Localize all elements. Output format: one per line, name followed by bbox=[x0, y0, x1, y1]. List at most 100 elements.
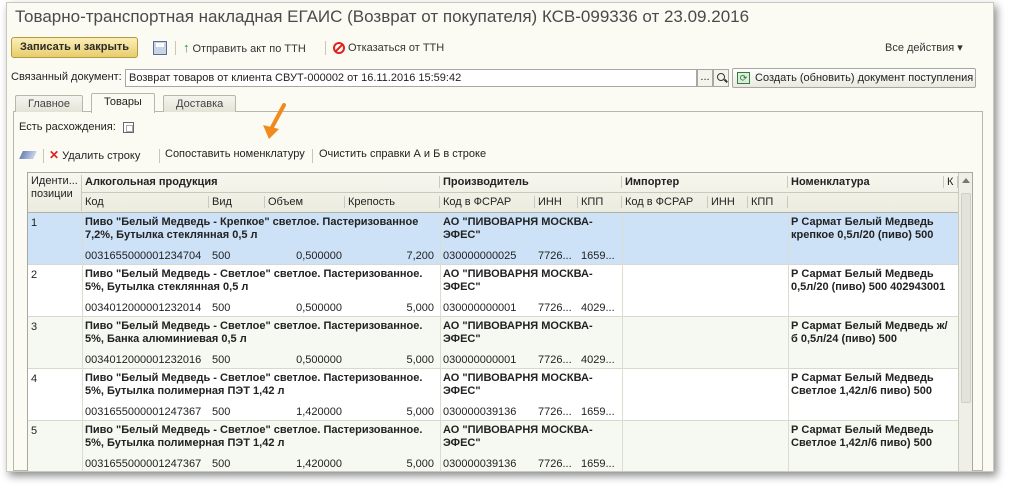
linked-document-label: Связанный документ: bbox=[11, 71, 122, 83]
row-number: 5 bbox=[31, 425, 38, 437]
header-id-line1: Иденти... bbox=[31, 175, 78, 187]
producer-kpp: 1659... bbox=[581, 250, 615, 262]
column-divider bbox=[440, 213, 441, 265]
save-button[interactable] bbox=[153, 40, 167, 56]
row-number: 2 bbox=[31, 269, 38, 281]
producer-inn: 7726... bbox=[538, 406, 572, 418]
header-extra[interactable]: К bbox=[944, 176, 958, 188]
nomenclature-name: Р Сармат Белый Медведь 0,5л/20 (пиво) 50… bbox=[791, 268, 946, 293]
product-strength: 5,000 bbox=[406, 302, 434, 314]
producer-inn: 7726... bbox=[538, 354, 572, 366]
header-id[interactable]: Иденти... позиции bbox=[28, 175, 82, 211]
row-number: 1 bbox=[31, 217, 38, 229]
header-producer-kpp[interactable]: КПП bbox=[578, 196, 622, 208]
scrollbar-thumb[interactable] bbox=[961, 193, 971, 403]
tab-delivery[interactable]: Доставка bbox=[163, 95, 237, 112]
tab-main[interactable]: Главное bbox=[15, 95, 84, 112]
header-id-line2: позиции bbox=[31, 188, 73, 200]
all-actions-menu[interactable]: Все действия ▾ bbox=[885, 40, 963, 56]
discrepancies-checkbox[interactable] bbox=[122, 121, 134, 133]
producer-code: 030000039136 bbox=[443, 458, 517, 470]
discrepancies-row: Есть расхождения: bbox=[19, 121, 134, 133]
clear-certificates-button[interactable]: Очистить справки А и Б в строке bbox=[319, 148, 486, 160]
header-importer-code[interactable]: Код в ФСРАР bbox=[622, 196, 708, 208]
column-divider bbox=[622, 265, 623, 317]
product-code: 0034012000001232014 bbox=[85, 302, 202, 314]
arrow-up-icon: ↑ bbox=[183, 40, 190, 55]
producer-name: АО "ПИВОВАРНЯ МОСКВА-ЭФЕС" bbox=[443, 216, 593, 241]
header-producer[interactable]: Производитель bbox=[440, 176, 622, 188]
product-volume: 0,500000 bbox=[296, 302, 342, 314]
column-divider bbox=[440, 265, 441, 317]
producer-name: АО "ПИВОВАРНЯ МОСКВА-ЭФЕС" bbox=[443, 372, 593, 397]
product-volume: 1,420000 bbox=[296, 406, 342, 418]
header-producer-inn[interactable]: ИНН bbox=[535, 196, 578, 208]
producer-code: 030000000001 bbox=[443, 354, 517, 366]
toolbar-separator bbox=[43, 149, 44, 163]
nomenclature-name: Р Сармат Белый Медведь Светлое 1,42л/6 п… bbox=[791, 372, 934, 397]
producer-name: АО "ПИВОВАРНЯ МОСКВА-ЭФЕС" bbox=[443, 320, 593, 345]
match-nomenclature-button[interactable]: Сопоставить номенклатуру bbox=[165, 148, 305, 160]
select-document-button[interactable]: ... bbox=[697, 69, 713, 87]
product-strength: 5,000 bbox=[406, 406, 434, 418]
header-vid[interactable]: Вид bbox=[209, 196, 265, 208]
save-and-close-button[interactable]: Записать и закрыть bbox=[11, 37, 139, 58]
nomenclature-name: Р Сармат Белый Медведь Светлое 1,42л/6 п… bbox=[791, 424, 934, 449]
table-row[interactable]: 5 Пиво "Белый Медведь - Светлое" светлое… bbox=[28, 421, 958, 471]
orange-arrow-annotation bbox=[263, 103, 286, 139]
product-name: Пиво "Белый Медведь - Светлое" светлое. … bbox=[85, 268, 423, 293]
create-receipt-label: Создать (обновить) документ поступления bbox=[755, 72, 974, 84]
product-strength: 5,000 bbox=[406, 458, 434, 470]
open-document-button[interactable] bbox=[713, 69, 729, 87]
linked-document-field[interactable]: Возврат товаров от клиента СВУТ-000002 о… bbox=[125, 69, 697, 87]
column-divider bbox=[622, 213, 623, 265]
column-divider bbox=[82, 369, 83, 421]
table-row[interactable]: 3 Пиво "Белый Медведь - Светлое" светлое… bbox=[28, 317, 958, 369]
column-divider bbox=[622, 317, 623, 369]
row-number: 4 bbox=[31, 373, 38, 385]
producer-inn: 7726... bbox=[538, 302, 572, 314]
column-divider bbox=[788, 265, 789, 317]
product-name: Пиво "Белый Медведь - Светлое" светлое. … bbox=[85, 372, 423, 397]
vertical-scrollbar[interactable] bbox=[958, 173, 972, 471]
column-divider bbox=[440, 421, 441, 471]
table-row[interactable]: 2 Пиво "Белый Медведь - Светлое" светлое… bbox=[28, 265, 958, 317]
header-code[interactable]: Код bbox=[82, 196, 209, 208]
column-divider bbox=[440, 317, 441, 369]
header-volume[interactable]: Объем bbox=[265, 196, 345, 208]
producer-code: 030000000025 bbox=[443, 250, 517, 262]
send-act-button[interactable]: ↑ Отправить акт по ТТН bbox=[183, 40, 306, 56]
toolbar-separator bbox=[312, 149, 313, 163]
header-producer-code[interactable]: Код в ФСРАР bbox=[440, 196, 535, 208]
product-code: 0031655000001247367 bbox=[85, 406, 202, 418]
table-row[interactable]: 1 Пиво "Белый Медведь - Крепкое" светлое… bbox=[28, 213, 958, 265]
tab-goods[interactable]: Товары bbox=[91, 93, 155, 113]
producer-kpp: 4029... bbox=[581, 302, 615, 314]
column-divider bbox=[82, 213, 83, 265]
product-strength: 7,200 bbox=[406, 250, 434, 262]
product-type: 500 bbox=[212, 250, 231, 262]
header-alcohol[interactable]: Алкогольная продукция bbox=[82, 176, 440, 188]
goods-table[interactable]: Иденти... позиции Алкогольная продукция … bbox=[27, 172, 973, 471]
delete-row-button[interactable]: ✕ Удалить строку bbox=[49, 148, 140, 162]
header-importer-inn[interactable]: ИНН bbox=[708, 196, 748, 208]
header-nomenclature[interactable]: Номенклатура bbox=[788, 176, 944, 188]
product-code: 0031655000001247367 bbox=[85, 458, 202, 470]
header-importer[interactable]: Импортер bbox=[622, 176, 788, 188]
linked-document-row: Связанный документ: Возврат товаров от к… bbox=[11, 68, 986, 88]
producer-kpp: 1659... bbox=[581, 406, 615, 418]
product-type: 500 bbox=[212, 406, 231, 418]
delete-icon: ✕ bbox=[49, 148, 60, 162]
product-type: 500 bbox=[212, 458, 231, 470]
nomenclature-name: Р Сармат Белый Медведь ж/б 0,5л/24 (пиво… bbox=[791, 320, 948, 345]
create-receipt-button[interactable]: ⟳ Создать (обновить) документ поступлени… bbox=[732, 68, 976, 88]
refuse-ttn-button[interactable]: Отказаться от ТТН bbox=[333, 40, 444, 56]
column-divider bbox=[622, 369, 623, 421]
header-importer-kpp[interactable]: КПП bbox=[748, 196, 788, 208]
refresh-icon: ⟳ bbox=[737, 72, 750, 84]
scroll-up-icon[interactable] bbox=[962, 178, 970, 183]
header-strength[interactable]: Крепость bbox=[345, 196, 440, 208]
row-number: 3 bbox=[31, 321, 38, 333]
table-row[interactable]: 4 Пиво "Белый Медведь - Светлое" светлое… bbox=[28, 369, 958, 421]
edit-button[interactable] bbox=[19, 148, 37, 162]
